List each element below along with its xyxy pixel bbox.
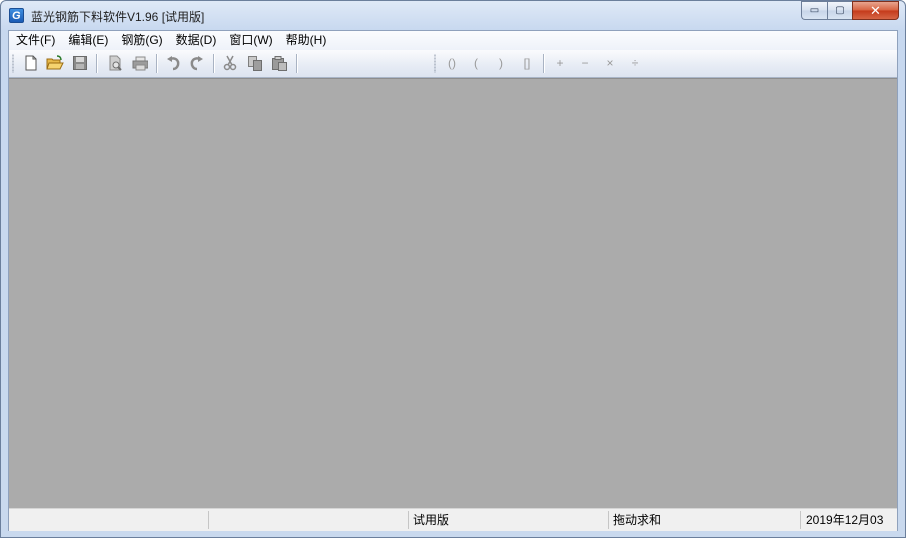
toolbar-separator	[543, 54, 545, 73]
status-pane-1	[9, 511, 208, 529]
right-paren-button[interactable]: )	[491, 54, 511, 73]
menu-bar: 文件(F) 编辑(E) 钢筋(G) 数据(D) 窗口(W) 帮助(H)	[9, 31, 897, 50]
status-bar: 试用版 拖动求和 2019年12月03	[9, 508, 897, 531]
toolbar-grip[interactable]	[434, 54, 436, 73]
app-logo-icon[interactable]: G	[9, 8, 24, 23]
toolbar-separator	[96, 54, 98, 73]
print-icon	[132, 56, 148, 71]
divide-button[interactable]: ÷	[625, 54, 645, 73]
toolbar: () ( ) [] + − × ÷	[9, 50, 897, 78]
title-bar[interactable]: G 蓝光钢筋下料软件V1.96 [试用版] ▭ ▢ ✕	[1, 1, 905, 30]
paren-pair-button[interactable]: ()	[442, 54, 462, 73]
toolbar-grip[interactable]	[12, 54, 14, 73]
menu-data[interactable]: 数据(D)	[170, 31, 223, 50]
window-title: 蓝光钢筋下料软件V1.96 [试用版]	[31, 10, 205, 24]
print-preview-icon	[109, 55, 122, 71]
new-file-button[interactable]	[21, 53, 41, 73]
undo-button[interactable]	[163, 53, 183, 73]
toolbar-separator	[213, 54, 215, 73]
menu-help[interactable]: 帮助(H)	[280, 31, 333, 50]
bracket-pair-button[interactable]: []	[517, 54, 537, 73]
maximize-button[interactable]: ▢	[827, 1, 852, 20]
redo-button[interactable]	[187, 53, 207, 73]
paste-button[interactable]	[269, 53, 289, 73]
copy-icon	[248, 56, 262, 71]
multiply-button[interactable]: ×	[600, 54, 620, 73]
menu-window[interactable]: 窗口(W)	[223, 31, 278, 50]
status-pane-2	[208, 511, 408, 529]
new-file-icon	[25, 55, 37, 71]
plus-button[interactable]: +	[550, 54, 570, 73]
close-icon: ✕	[870, 2, 881, 18]
status-pane-date: 2019年12月03	[800, 511, 897, 529]
toolbar-separator	[156, 54, 158, 73]
print-button[interactable]	[130, 53, 150, 73]
maximize-icon: ▢	[835, 5, 845, 16]
status-pane-3: 试用版	[408, 511, 608, 529]
close-button[interactable]: ✕	[852, 1, 899, 20]
toolbar-separator	[296, 54, 298, 73]
undo-icon	[167, 56, 180, 71]
main-window: G 蓝光钢筋下料软件V1.96 [试用版] ▭ ▢ ✕ 文件(F) 编辑(E) …	[0, 0, 906, 538]
open-button[interactable]	[45, 53, 65, 73]
menu-file[interactable]: 文件(F)	[10, 31, 61, 50]
minimize-icon: ▭	[809, 5, 820, 16]
paste-icon	[272, 56, 287, 71]
left-paren-button[interactable]: (	[466, 54, 486, 73]
client-area: 文件(F) 编辑(E) 钢筋(G) 数据(D) 窗口(W) 帮助(H) () (…	[8, 30, 898, 531]
copy-button[interactable]	[245, 53, 265, 73]
open-folder-icon	[46, 55, 64, 70]
cut-button[interactable]	[220, 53, 240, 73]
cut-icon	[223, 55, 237, 71]
save-icon	[73, 56, 87, 70]
minimize-button[interactable]: ▭	[801, 1, 827, 20]
print-preview-button[interactable]	[105, 53, 125, 73]
status-pane-4: 拖动求和	[608, 511, 800, 529]
menu-edit[interactable]: 编辑(E)	[62, 31, 114, 50]
menu-rebar[interactable]: 钢筋(G)	[115, 31, 168, 50]
redo-icon	[190, 56, 203, 71]
minus-button[interactable]: −	[575, 54, 595, 73]
save-button[interactable]	[70, 53, 90, 73]
mdi-workspace[interactable]	[9, 78, 897, 509]
